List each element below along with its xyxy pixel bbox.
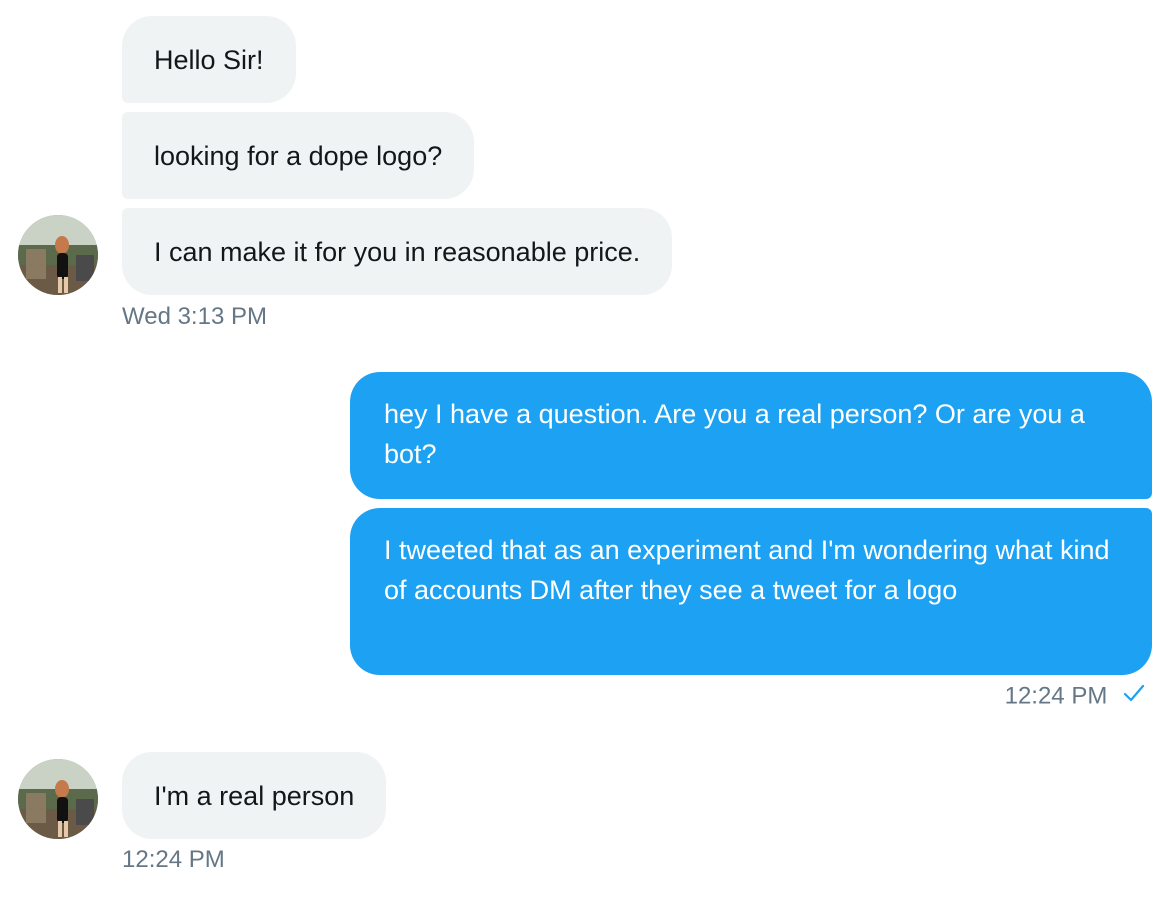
message-timestamp: 12:24 PM <box>1004 682 1108 710</box>
message-text: I tweeted that as an experiment and I'm … <box>384 535 1110 605</box>
message-timestamp: Wed 3:13 PM <box>122 303 267 330</box>
incoming-message[interactable]: Hello Sir! <box>122 16 296 103</box>
message-text: hey I have a question. Are you a real pe… <box>384 399 1085 469</box>
message-timestamp: 12:24 PM <box>122 846 225 873</box>
incoming-message[interactable]: I'm a real person <box>122 752 387 839</box>
dm-conversation: Hello Sir! looking for a dope logo? I ca… <box>0 0 1168 904</box>
message-text: I can make it for you in reasonable pric… <box>154 237 641 267</box>
sender-avatar[interactable] <box>18 759 98 839</box>
message-text: looking for a dope logo? <box>154 141 443 171</box>
message-timestamp-row: 12:24 PM <box>1005 681 1146 713</box>
outgoing-message[interactable]: hey I have a question. Are you a real pe… <box>350 372 1152 499</box>
checkmark-icon <box>1122 681 1146 713</box>
message-text: Hello Sir! <box>154 45 264 75</box>
sender-avatar[interactable] <box>18 215 98 295</box>
avatar-image <box>18 759 98 839</box>
incoming-message[interactable]: I can make it for you in reasonable pric… <box>122 208 673 295</box>
avatar-image <box>18 215 98 295</box>
outgoing-message[interactable]: I tweeted that as an experiment and I'm … <box>350 508 1152 675</box>
message-text: I'm a real person <box>154 781 355 811</box>
incoming-message[interactable]: looking for a dope logo? <box>122 112 475 199</box>
